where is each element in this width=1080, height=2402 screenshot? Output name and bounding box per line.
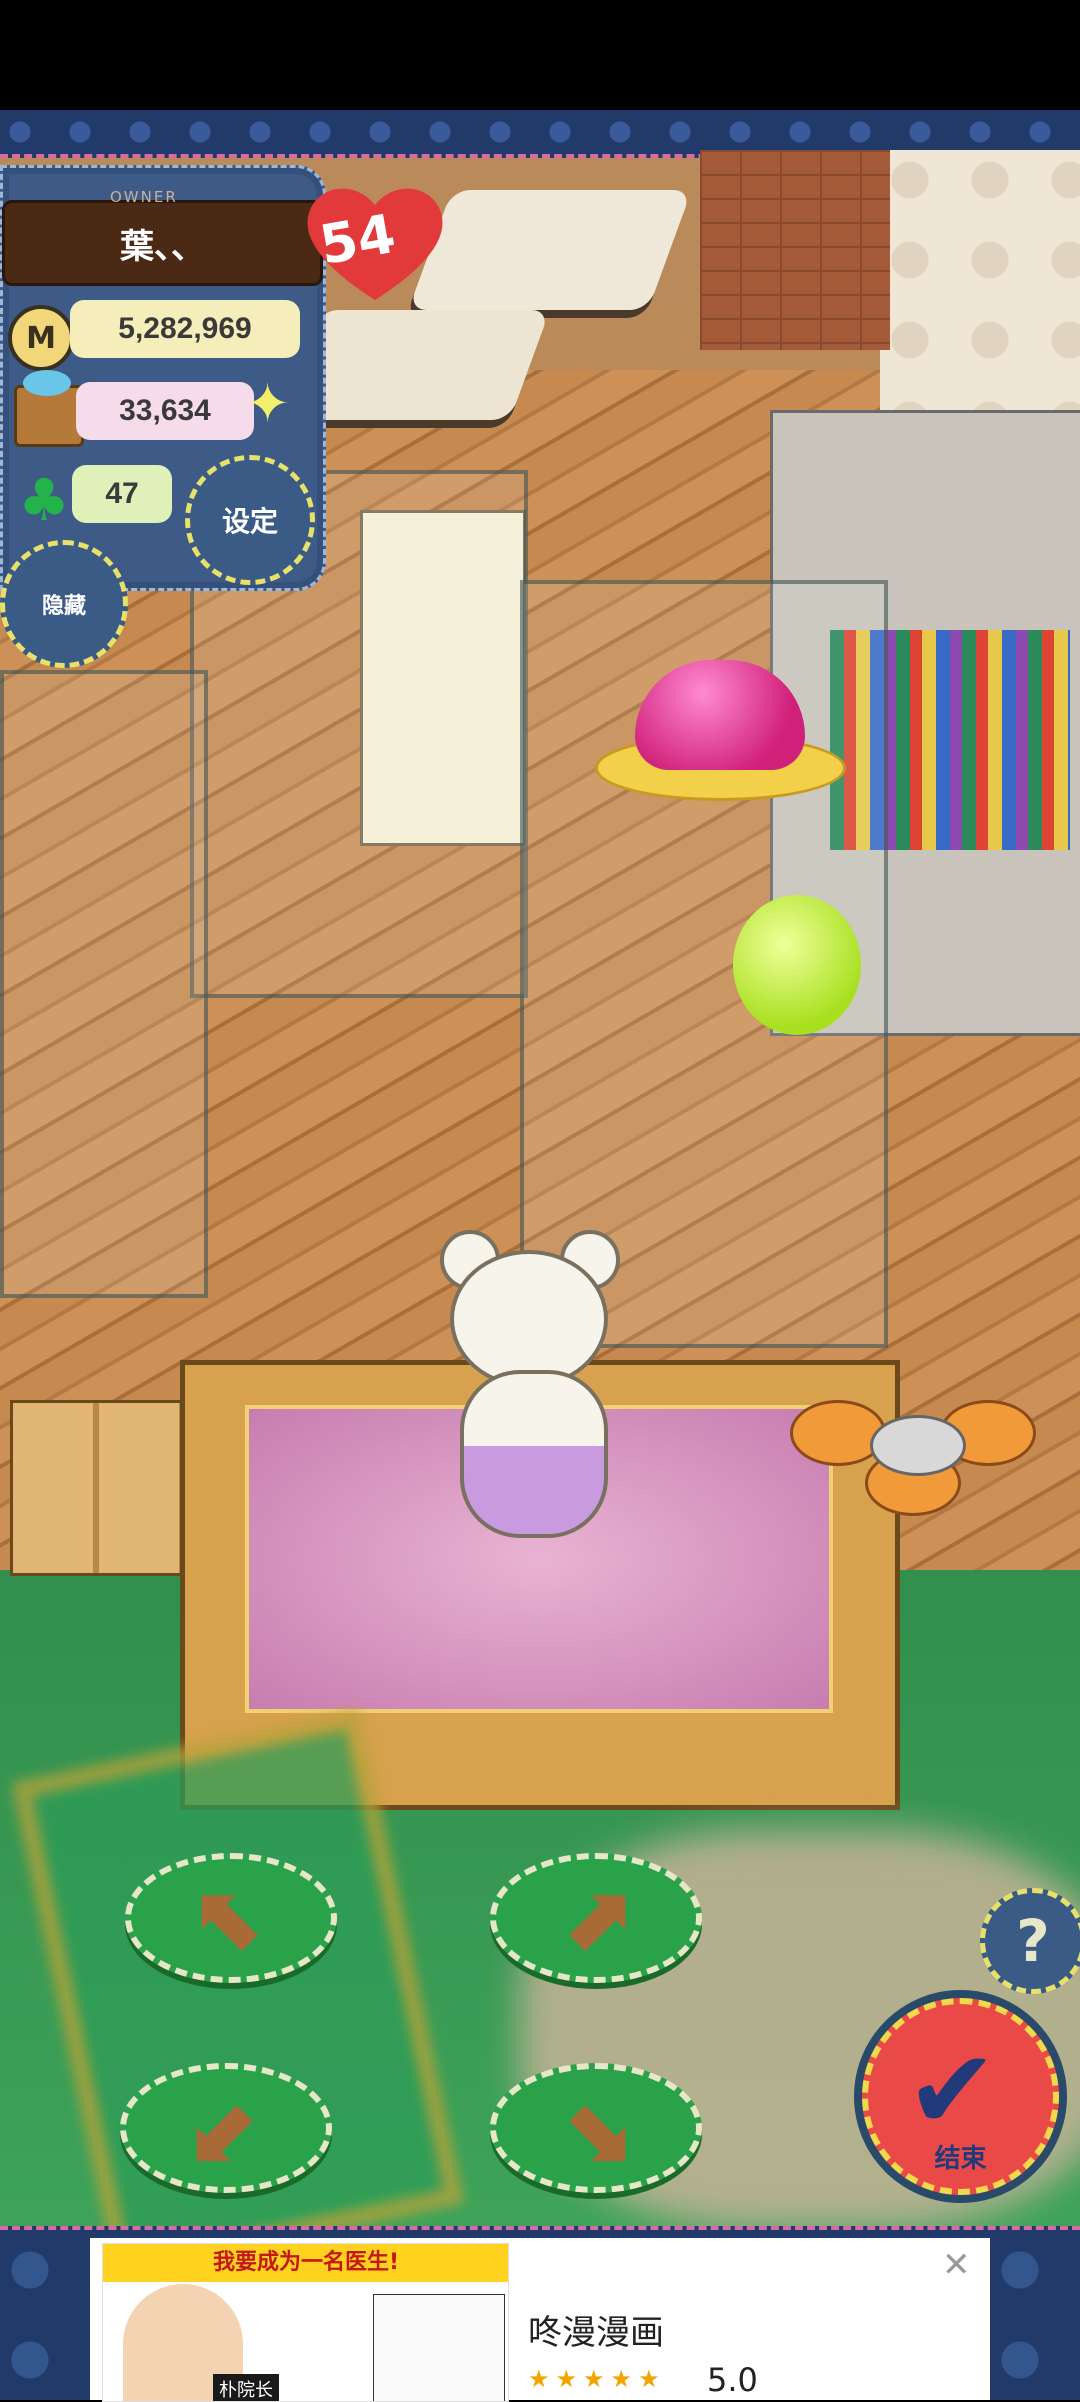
bear-body (460, 1370, 608, 1538)
owner-label: OWNER (110, 188, 178, 206)
arrow-down-right-button[interactable]: ⬊ (490, 2063, 702, 2193)
goods-count: 33,634 (76, 382, 254, 440)
ad-banner[interactable]: 我要成为一名医生! 朴院长 咚漫漫画 ★★★★★ 5.0 ✕ (90, 2233, 990, 2402)
sparkle-icon: ✦ (245, 372, 291, 435)
bear-head (450, 1250, 608, 1388)
checkmark-icon: ✔ (906, 2026, 999, 2154)
teddy-bear[interactable] (430, 1230, 630, 1550)
hide-button[interactable]: 隐藏 (0, 540, 128, 668)
arrow-down-left-button[interactable]: ⬋ (120, 2063, 332, 2193)
arrow-up-right-button[interactable]: ⬈ (490, 1853, 702, 1983)
arrow-up-left-icon: ⬉ (193, 1865, 269, 1971)
clover-count: 47 (72, 465, 172, 523)
player-name-plate: 葉、、 (2, 200, 323, 286)
goods-basket-icon (14, 370, 84, 447)
coin-balance: 5,282,969 (70, 300, 300, 358)
heart-count: 54 (315, 201, 401, 278)
coin-icon: M (8, 305, 74, 371)
flower-petal (790, 1400, 886, 1466)
brick-chimney (700, 150, 890, 350)
flower-decoration[interactable] (790, 1390, 1036, 1516)
heart-counter: 54 (300, 180, 450, 305)
close-icon[interactable]: ✕ (942, 2245, 971, 2285)
arrow-down-left-icon: ⬋ (188, 2075, 264, 2181)
arrow-up-left-button[interactable]: ⬉ (125, 1853, 337, 1983)
status-bar (0, 0, 1080, 110)
ad-character-tag: 朴院长 (213, 2374, 279, 2401)
settings-button[interactable]: 设定 (185, 455, 315, 585)
end-button[interactable]: ✔ 结束 (862, 1998, 1059, 2195)
player-name: 葉、、 (120, 226, 205, 267)
star-wallpaper (880, 150, 1080, 450)
table-furniture[interactable] (408, 190, 692, 310)
end-label: 结束 (934, 2144, 987, 2174)
ad-banner-text: 我要成为一名医生! (103, 2244, 508, 2282)
ad-rating-value: 5.0 (707, 2361, 758, 2399)
glass-wall (0, 670, 208, 1298)
flower-center (870, 1415, 966, 1476)
settings-label: 设定 (221, 505, 278, 538)
hide-label: 隐藏 (41, 594, 86, 619)
ad-image[interactable]: 我要成为一名医生! 朴院长 (102, 2243, 509, 2402)
arrow-down-right-icon: ⬊ (558, 2075, 634, 2181)
ufo-dome (635, 660, 805, 770)
ad-comic-panel (373, 2294, 505, 2401)
ad-rating-stars: ★★★★★ (528, 2365, 666, 2393)
ufo-toy[interactable] (595, 660, 846, 810)
ad-app-name[interactable]: 咚漫漫画 (528, 2305, 664, 2354)
help-icon: ? (1016, 1907, 1050, 1975)
green-balloon[interactable] (733, 895, 861, 1035)
clover-icon: ♣ (18, 466, 70, 534)
star-ribbon-bottom (0, 2226, 1080, 2238)
help-button[interactable]: ? (980, 1888, 1080, 1994)
arrow-up-right-icon: ⬈ (558, 1865, 634, 1971)
